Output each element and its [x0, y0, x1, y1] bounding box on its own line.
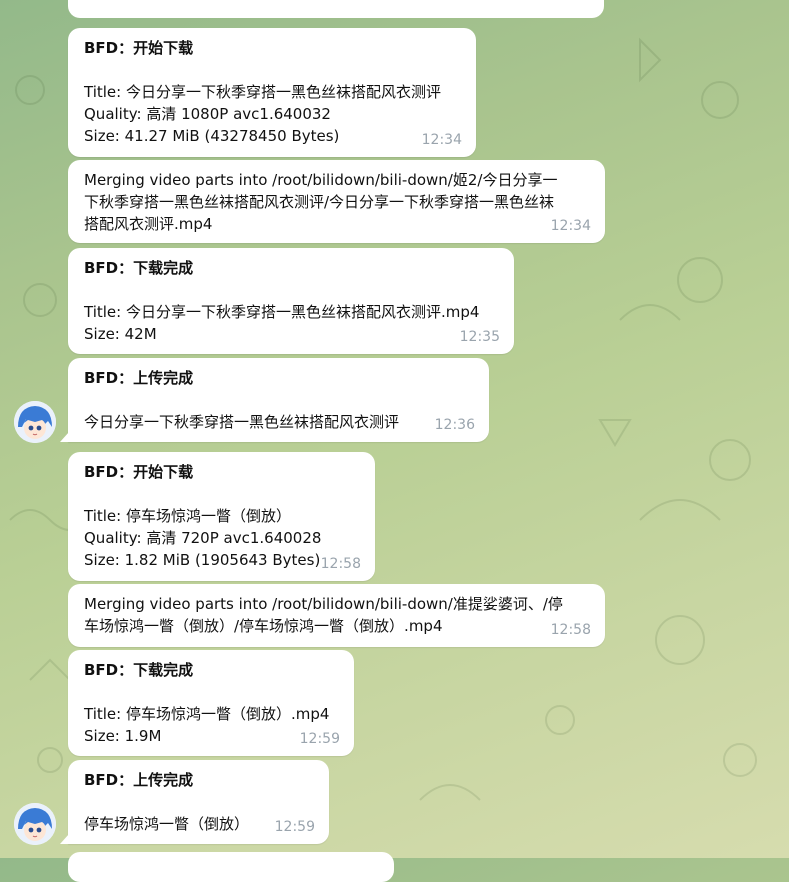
- message-line: Title: 停车场惊鸿一瞥（倒放）.mp4: [84, 705, 330, 723]
- message-line: Merging video parts into /root/bilidown/…: [84, 171, 558, 189]
- message-time: 12:34: [550, 218, 591, 234]
- message-time: 12:36: [434, 417, 475, 433]
- message-line: Size: 1.82 MiB (1905643 Bytes): [84, 551, 321, 569]
- message-title: BFD：下载完成: [84, 259, 194, 277]
- message-time: 12:58: [550, 622, 591, 638]
- message-line: 下秋季穿搭一黑色丝袜搭配风衣测评/今日分享一下秋季穿搭一黑色丝袜: [84, 193, 555, 211]
- message-title: BFD：上传完成: [84, 771, 194, 789]
- message-bubble[interactable]: BFD：下载完成 Title: 今日分享一下秋季穿搭一黑色丝袜搭配风衣测评.mp…: [68, 248, 514, 354]
- bot-avatar[interactable]: [14, 803, 56, 845]
- bot-avatar[interactable]: [14, 401, 56, 443]
- anime-avatar-icon: [14, 401, 56, 443]
- message-line: 今日分享一下秋季穿搭一黑色丝袜搭配风衣测评: [84, 413, 400, 431]
- message-line: Quality: 高清 720P avc1.640028: [84, 529, 322, 547]
- message-line: Size: 41.27 MiB (43278450 Bytes): [84, 127, 340, 145]
- message-time: 12:58: [320, 556, 361, 572]
- chat-area: BFD：开始下载 Title: 今日分享一下秋季穿搭一黑色丝袜搭配风衣测评 Qu…: [0, 0, 789, 882]
- message-time: 12:59: [299, 731, 340, 747]
- message-time: 12:59: [274, 819, 315, 835]
- message-bubble[interactable]: BFD：开始下载 Title: 今日分享一下秋季穿搭一黑色丝袜搭配风衣测评 Qu…: [68, 28, 476, 157]
- message-bubble[interactable]: BFD：开始下载 Title: 停车场惊鸿一瞥（倒放） Quality: 高清 …: [68, 452, 375, 581]
- message-line: Title: 停车场惊鸿一瞥（倒放）: [84, 507, 291, 525]
- anime-avatar-icon: [14, 803, 56, 845]
- message-title: BFD：上传完成: [84, 369, 194, 387]
- message-bubble[interactable]: BFD：下载完成 Title: 停车场惊鸿一瞥（倒放）.mp4 Size: 1.…: [68, 650, 354, 756]
- next-message-bubble: [68, 852, 394, 882]
- message-bubble[interactable]: Merging video parts into /root/bilidown/…: [68, 584, 605, 647]
- message-line: 车场惊鸿一瞥（倒放）/停车场惊鸿一瞥（倒放）.mp4: [84, 617, 443, 635]
- message-line: Merging video parts into /root/bilidown/…: [84, 595, 563, 613]
- message-title: BFD：开始下载: [84, 39, 194, 57]
- message-line: Title: 今日分享一下秋季穿搭一黑色丝袜搭配风衣测评.mp4: [84, 303, 480, 321]
- previous-message-bubble: [68, 0, 604, 18]
- message-line: Size: 42M: [84, 325, 157, 343]
- message-time: 12:34: [421, 132, 462, 148]
- message-title: BFD：下载完成: [84, 661, 194, 679]
- message-line: Quality: 高清 1080P avc1.640032: [84, 105, 331, 123]
- message-line: Title: 今日分享一下秋季穿搭一黑色丝袜搭配风衣测评: [84, 83, 441, 101]
- message-title: BFD：开始下载: [84, 463, 194, 481]
- message-time: 12:35: [459, 329, 500, 345]
- message-bubble[interactable]: BFD：上传完成 今日分享一下秋季穿搭一黑色丝袜搭配风衣测评 12:36: [60, 358, 489, 442]
- message-bubble[interactable]: BFD：上传完成 停车场惊鸿一瞥（倒放） 12:59: [60, 760, 329, 844]
- message-line: 搭配风衣测评.mp4: [84, 215, 213, 233]
- message-bubble[interactable]: Merging video parts into /root/bilidown/…: [68, 160, 605, 243]
